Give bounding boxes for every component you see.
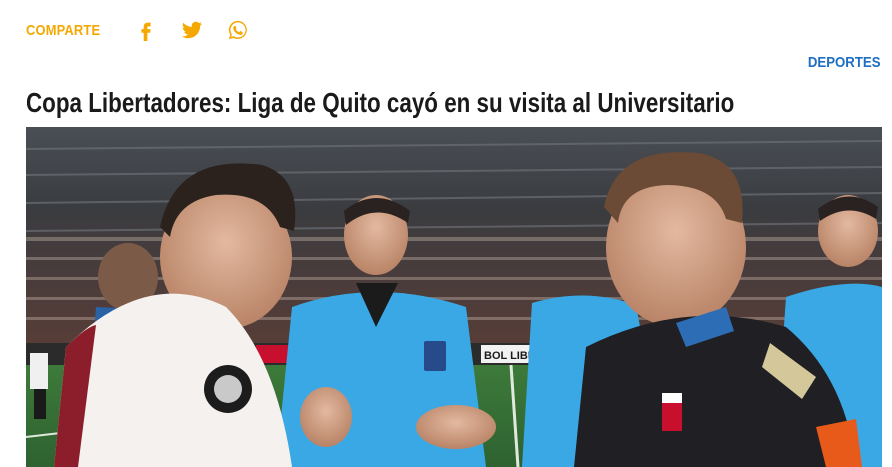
share-label: COMPARTE xyxy=(26,21,101,39)
whatsapp-icon[interactable] xyxy=(226,18,250,42)
twitter-icon[interactable] xyxy=(180,18,204,42)
ad-board-text: BOL LIBE xyxy=(484,350,535,362)
share-bar: COMPARTE xyxy=(26,14,262,46)
article-photo-illustration: BOL LIBE xyxy=(26,127,882,467)
category-link[interactable]: DEPORTES xyxy=(808,54,881,71)
article-photo: BOL LIBE xyxy=(26,127,882,467)
facebook-icon[interactable] xyxy=(134,18,158,42)
article-headline: Copa Libertadores: Liga de Quito cayó en… xyxy=(26,87,735,118)
